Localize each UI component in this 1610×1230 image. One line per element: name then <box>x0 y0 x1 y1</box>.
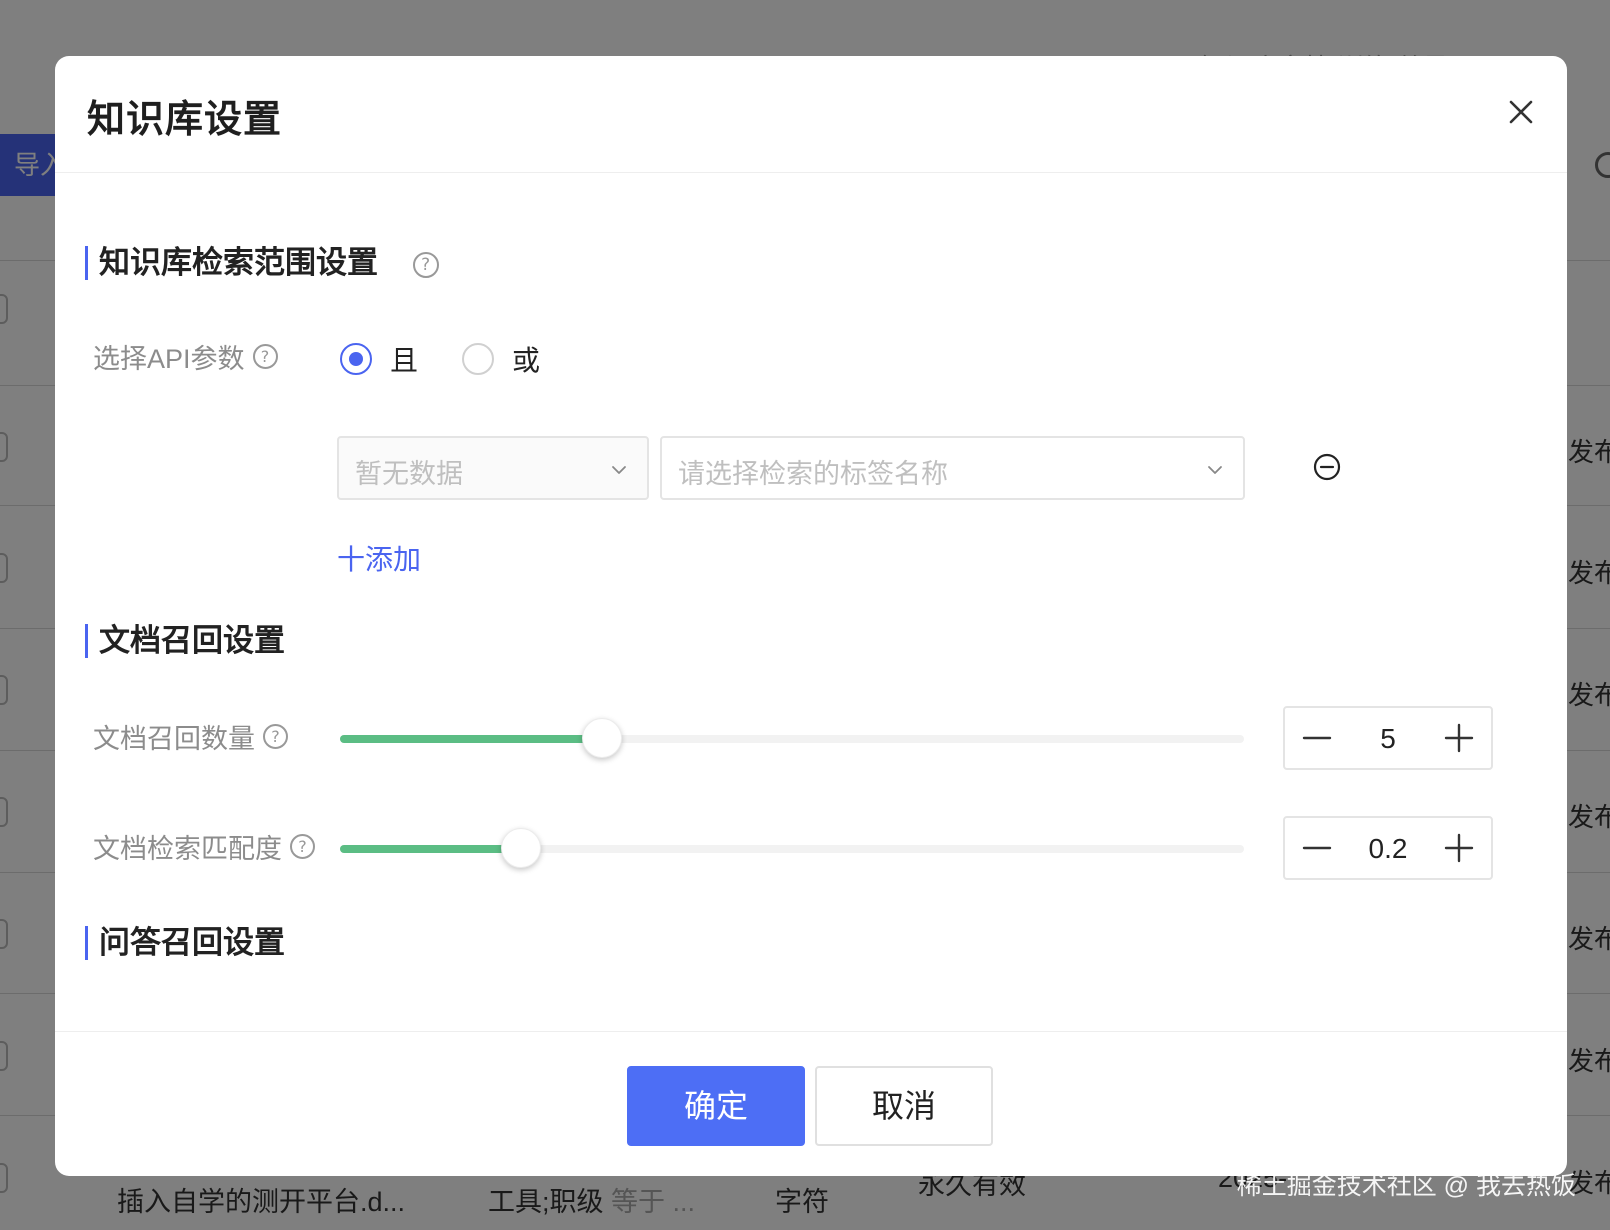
slider-handle[interactable] <box>582 718 623 758</box>
modal-header: 知识库设置 <box>55 56 1567 173</box>
doc-match-label-text: 文档检索匹配度 <box>93 833 282 864</box>
radio-and[interactable]: 且 <box>340 339 418 379</box>
help-icon[interactable]: ? <box>290 833 315 859</box>
slider-track <box>340 845 521 853</box>
plus-icon[interactable] <box>1443 722 1475 754</box>
api-param-label-text: 选择API参数 <box>93 343 245 374</box>
stepper-value[interactable]: 0.2 <box>1345 833 1431 865</box>
section-title-retrieval-scope: 知识库检索范围设置 ? <box>85 246 439 280</box>
help-icon[interactable]: ? <box>252 343 278 369</box>
watermark: 稀土掘金技术社区 @ 我去热饭 <box>1236 1172 1576 1200</box>
close-icon[interactable] <box>1501 92 1541 132</box>
help-icon[interactable]: ? <box>412 251 439 278</box>
doc-recall-count-label: 文档召回数量 ? <box>93 718 288 754</box>
minus-icon[interactable] <box>1301 832 1333 864</box>
field-select-value: 暂无数据 <box>355 459 463 489</box>
slider-track <box>340 735 603 743</box>
radio-or[interactable]: 或 <box>462 339 540 379</box>
chevron-down-icon <box>1208 466 1222 474</box>
modal-title: 知识库设置 <box>87 99 283 141</box>
doc-recall-count-slider[interactable] <box>340 718 1244 758</box>
api-param-label: 选择API参数 ? <box>93 338 278 374</box>
doc-match-stepper[interactable]: 0.2 <box>1283 816 1493 880</box>
cancel-button[interactable]: 取消 <box>815 1066 993 1146</box>
help-icon[interactable]: ? <box>263 723 288 749</box>
tag-name-select-placeholder: 请选择检索的标签名称 <box>678 459 948 489</box>
minus-icon[interactable] <box>1301 722 1333 754</box>
modal-footer: 确定 取消 <box>55 1031 1567 1176</box>
radio-or-label: 或 <box>512 345 541 376</box>
knowledge-base-settings-modal: 知识库设置 知识库检索范围设置 ? 选择API参数 ? 且 或 暂无数据 请选择… <box>55 56 1567 1176</box>
doc-match-slider[interactable] <box>340 828 1244 868</box>
confirm-button[interactable]: 确定 <box>627 1066 805 1146</box>
section-title-qa-recall: 问答召回设置 <box>85 926 285 960</box>
section-title-text: 问答召回设置 <box>99 925 285 960</box>
slider-handle[interactable] <box>500 828 541 868</box>
radio-checked-indicator[interactable] <box>340 343 372 375</box>
section-title-text: 文档召回设置 <box>99 623 285 658</box>
add-condition-button[interactable]: 十添加 <box>337 538 421 578</box>
doc-recall-count-stepper[interactable]: 5 <box>1283 706 1493 770</box>
stepper-value[interactable]: 5 <box>1345 723 1431 755</box>
section-title-text: 知识库检索范围设置 <box>99 245 378 280</box>
doc-match-label: 文档检索匹配度 ? <box>93 828 315 864</box>
minus-circle-icon[interactable] <box>1312 452 1342 482</box>
doc-recall-count-label-text: 文档召回数量 <box>93 723 255 754</box>
radio-unchecked-indicator[interactable] <box>462 343 494 375</box>
radio-and-label: 且 <box>390 345 419 376</box>
plus-icon[interactable] <box>1443 832 1475 864</box>
field-select[interactable]: 暂无数据 <box>337 436 649 500</box>
tag-name-select[interactable]: 请选择检索的标签名称 <box>660 436 1245 500</box>
section-title-doc-recall: 文档召回设置 <box>85 624 285 658</box>
chevron-down-icon <box>612 466 626 474</box>
